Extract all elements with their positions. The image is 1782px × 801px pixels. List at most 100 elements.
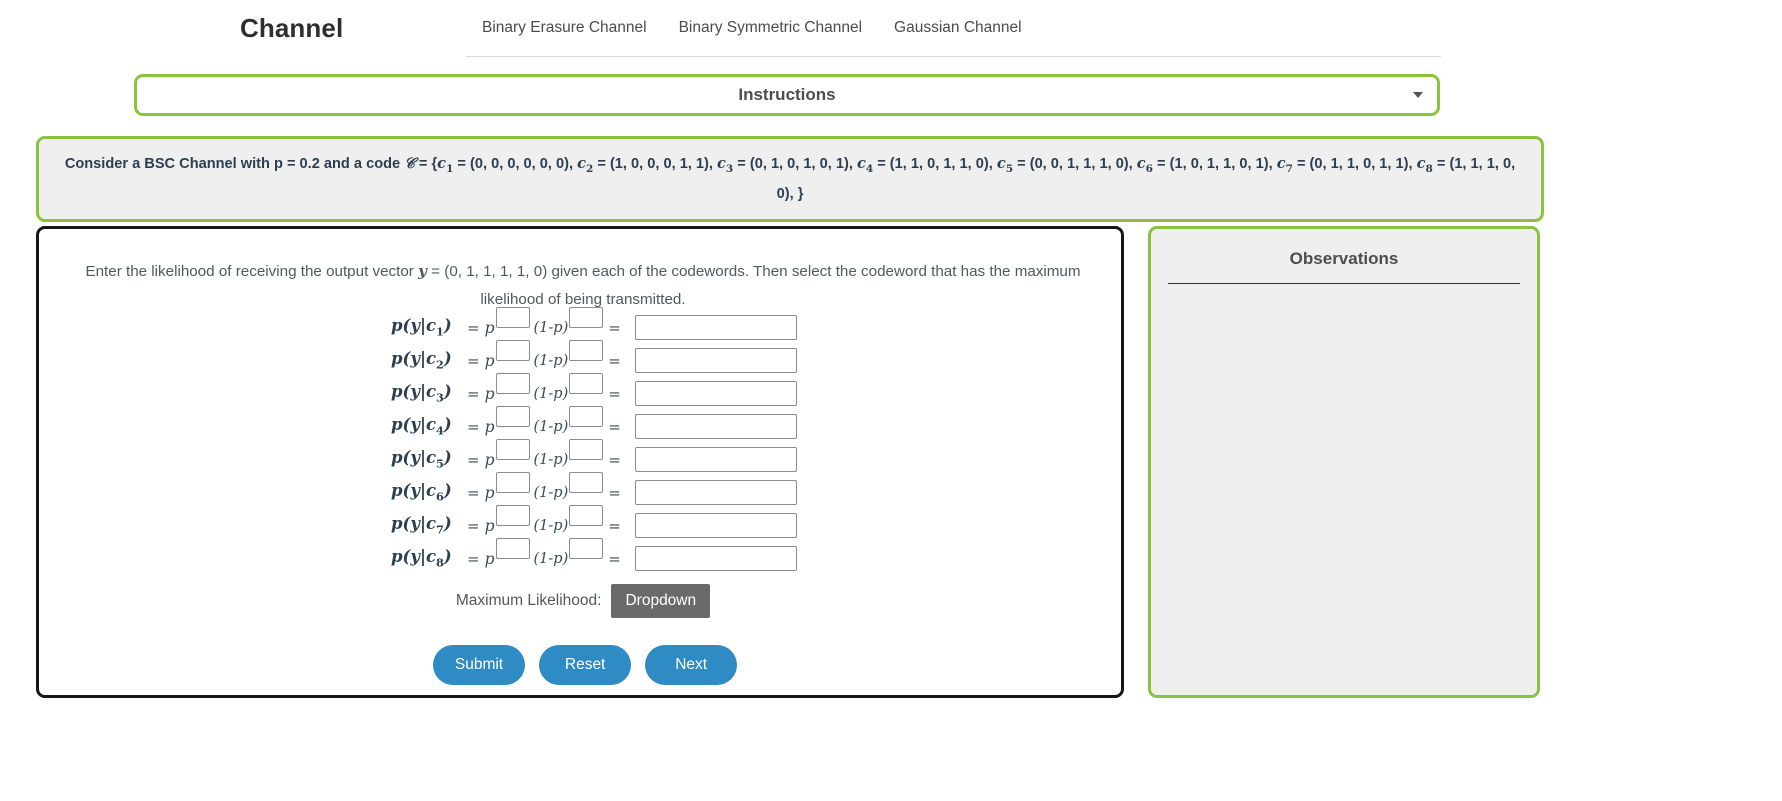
likelihood-label-5: p(y|c5) (391, 448, 452, 471)
result-equals-sign: = (608, 384, 621, 403)
nav-item-gaussian-channel[interactable]: Gaussian Channel (878, 19, 1038, 37)
likelihood-result-input-7[interactable] (634, 513, 797, 538)
output-vector-symbol: y (418, 262, 427, 280)
app-root: Channel Binary Erasure Channel Binary Sy… (0, 0, 1782, 801)
codeword-value-6: (1, 0, 1, 1, 0, 1) (1169, 156, 1269, 172)
q-exponent-input-6[interactable] (569, 472, 604, 493)
maximum-likelihood-row: Maximum Likelihood: Dropdown (39, 584, 1127, 618)
likelihood-label-6: p(y|c6) (391, 481, 452, 504)
codeword-name-7: c7 (1276, 155, 1293, 175)
nav-item-binary-erasure-channel[interactable]: Binary Erasure Channel (466, 19, 663, 37)
likelihood-result-input-8[interactable] (634, 546, 797, 571)
one-minus-p-symbol: (1-p) (533, 352, 569, 369)
q-exponent-input-7[interactable] (569, 505, 604, 526)
submit-button[interactable]: Submit (432, 645, 526, 685)
likelihood-label-7: p(y|c7) (391, 514, 452, 537)
result-equals-sign: = (608, 516, 621, 535)
reset-button[interactable]: Reset (539, 645, 632, 685)
likelihood-label-8: p(y|c8) (391, 547, 452, 570)
code-symbol: 𝒞 (404, 155, 415, 172)
equals-sign: = (467, 417, 480, 436)
likelihood-row: p(y|c8) = p (1-p) = (39, 538, 1127, 575)
task-prompt-part1: Enter the likelihood of receiving the ou… (85, 263, 414, 280)
navbar: Channel Binary Erasure Channel Binary Sy… (0, 0, 1782, 58)
problem-open-brace: = { (418, 156, 438, 172)
p-exponent-input-4[interactable] (495, 406, 530, 427)
likelihood-result-input-6[interactable] (634, 480, 797, 505)
equals-sign: = (467, 318, 480, 337)
p-symbol: p (484, 549, 495, 568)
p-exponent-input-8[interactable] (495, 538, 530, 559)
p-symbol: p (484, 318, 495, 337)
q-exponent-input-1[interactable] (569, 307, 604, 328)
codeword-value-5: (0, 0, 1, 1, 1, 0) (1029, 156, 1129, 172)
equals-sign: = (467, 483, 480, 502)
p-exponent-input-6[interactable] (495, 472, 530, 493)
p-symbol: p (484, 351, 495, 370)
q-exponent-input-5[interactable] (569, 439, 604, 460)
page-title: Channel (240, 13, 344, 43)
likelihood-label-4: p(y|c4) (391, 415, 452, 438)
one-minus-p-symbol: (1-p) (533, 319, 569, 336)
one-minus-p-symbol: (1-p) (533, 550, 569, 567)
nav-item-binary-symmetric-channel[interactable]: Binary Symmetric Channel (663, 19, 878, 37)
equals-sign: = (467, 351, 480, 370)
codeword-name-1: c1 (437, 155, 454, 175)
codeword-value-7: (0, 1, 1, 0, 1, 1) (1309, 156, 1409, 172)
likelihood-label-2: p(y|c2) (391, 349, 452, 372)
codeword-value-1: (0, 0, 0, 0, 0, 0) (470, 156, 569, 172)
likelihood-label-3: p(y|c3) (391, 382, 452, 405)
maximum-likelihood-dropdown[interactable]: Dropdown (611, 584, 711, 618)
one-minus-p-symbol: (1-p) (533, 451, 569, 468)
one-minus-p-symbol: (1-p) (533, 517, 569, 534)
p-exponent-input-1[interactable] (495, 307, 530, 328)
result-equals-sign: = (608, 417, 621, 436)
codeword-name-3: c3 (717, 155, 734, 175)
codeword-value-3: (0, 1, 0, 1, 0, 1) (749, 156, 849, 172)
instructions-title: Instructions (738, 85, 836, 104)
q-exponent-input-2[interactable] (569, 340, 604, 361)
likelihood-result-input-5[interactable] (634, 447, 797, 472)
codeword-name-8: c8 (1416, 155, 1433, 175)
one-minus-p-symbol: (1-p) (533, 484, 569, 501)
chevron-down-icon[interactable] (1413, 92, 1423, 98)
likelihood-formula-list: p(y|c1) = p (1-p) = p(y|c2) = p (1-p) = (39, 307, 1127, 575)
likelihood-result-input-2[interactable] (634, 348, 797, 373)
codeword-value-4: (1, 1, 0, 1, 1, 0) (889, 156, 989, 172)
task-prompt-part2: = (0, 1, 1, 1, 1, 0) given each of the c… (431, 263, 1081, 308)
instructions-accordion[interactable]: Instructions (134, 74, 1440, 116)
p-exponent-input-5[interactable] (495, 439, 530, 460)
codeword-name-2: c2 (577, 155, 594, 175)
action-button-row: Submit Reset Next (39, 645, 1127, 685)
q-exponent-input-4[interactable] (569, 406, 604, 427)
p-symbol: p (484, 417, 495, 436)
observations-title: Observations (1289, 249, 1399, 268)
result-equals-sign: = (608, 483, 621, 502)
next-button[interactable]: Next (645, 645, 738, 685)
likelihood-result-input-1[interactable] (634, 315, 797, 340)
task-prompt: Enter the likelihood of receiving the ou… (63, 257, 1103, 314)
codeword-name-6: c6 (1136, 155, 1153, 175)
nav-links: Binary Erasure Channel Binary Symmetric … (466, 19, 1441, 57)
q-exponent-input-3[interactable] (569, 373, 604, 394)
p-symbol: p (484, 384, 495, 403)
q-exponent-input-8[interactable] (569, 538, 604, 559)
maximum-likelihood-label: Maximum Likelihood: (455, 592, 602, 609)
p-symbol: p (484, 450, 495, 469)
likelihood-result-input-4[interactable] (634, 414, 797, 439)
equals-sign: = (467, 549, 480, 568)
codeword-name-5: c5 (996, 155, 1014, 175)
observations-panel: Observations (1148, 226, 1540, 698)
p-exponent-input-2[interactable] (495, 340, 530, 361)
problem-statement-text: Consider a BSC Channel with p = 0.2 and … (64, 155, 1516, 202)
p-exponent-input-3[interactable] (495, 373, 530, 394)
p-symbol: p (484, 516, 495, 535)
codeword-value-2: (1, 0, 0, 0, 1, 1) (609, 156, 709, 172)
problem-statement-box: Consider a BSC Channel with p = 0.2 and … (36, 136, 1544, 222)
likelihood-label-1: p(y|c1) (391, 316, 452, 339)
one-minus-p-symbol: (1-p) (533, 418, 569, 435)
p-exponent-input-7[interactable] (495, 505, 530, 526)
result-equals-sign: = (608, 450, 621, 469)
likelihood-result-input-3[interactable] (634, 381, 797, 406)
p-symbol: p (484, 483, 495, 502)
